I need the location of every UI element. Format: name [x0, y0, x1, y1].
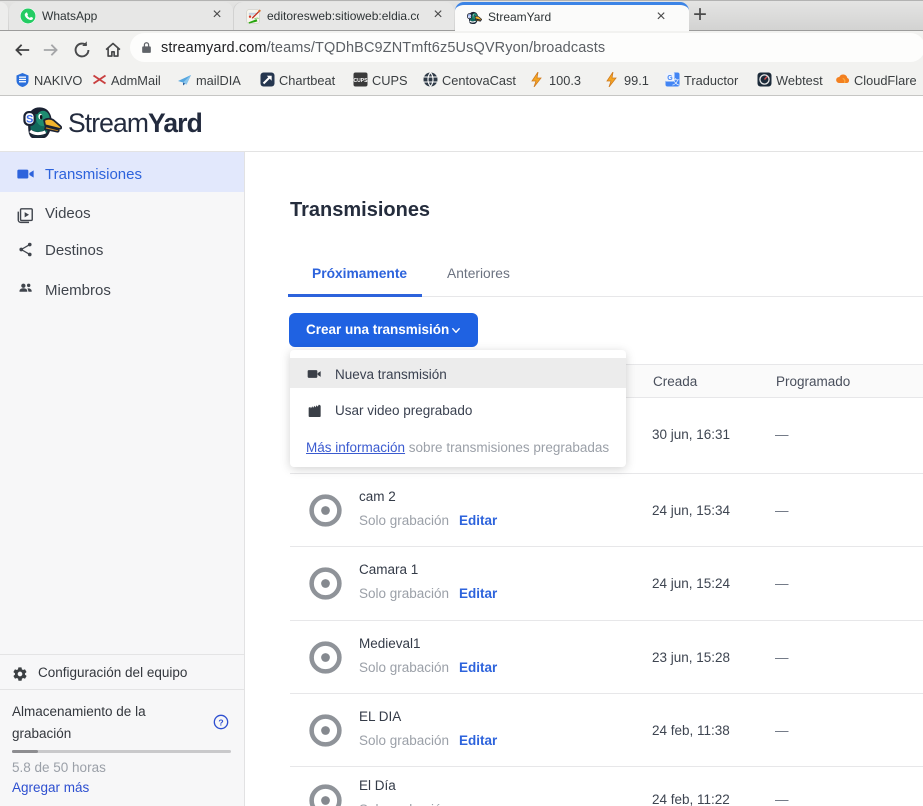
svg-text:文: 文 [672, 76, 680, 86]
svg-text:S: S [468, 14, 471, 19]
svg-text:S: S [26, 114, 33, 126]
svg-text:CUPS: CUPS [354, 78, 368, 84]
svg-text:?: ? [218, 717, 223, 727]
